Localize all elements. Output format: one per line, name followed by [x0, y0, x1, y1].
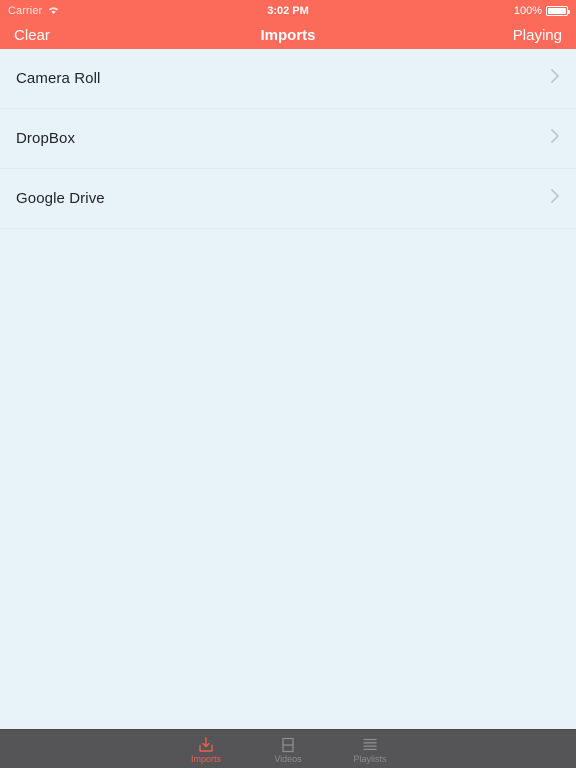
tab-bar-spacer-left — [0, 730, 165, 768]
battery-full-icon — [546, 6, 570, 16]
clear-button[interactable]: Clear — [14, 28, 50, 43]
tab-imports[interactable]: Imports — [165, 730, 247, 768]
imports-list: Camera Roll DropBox Google Drive — [0, 49, 576, 729]
status-bar-right: 100% — [513, 5, 570, 17]
tab-bar-spacer-right — [411, 730, 576, 768]
status-bar: Carrier 3:02 PM 100% — [0, 0, 576, 22]
battery-percent-label: 100% — [513, 5, 542, 17]
chevron-right-icon — [550, 128, 560, 149]
list-item[interactable]: Google Drive — [0, 169, 576, 229]
page-title: Imports — [260, 27, 316, 44]
wifi-icon — [47, 5, 60, 18]
status-bar-left: Carrier — [8, 5, 60, 18]
battery-fill — [548, 8, 566, 14]
tab-imports-label: Imports — [190, 753, 221, 764]
playing-button[interactable]: Playing — [513, 28, 562, 43]
tab-videos[interactable]: Videos — [247, 730, 329, 768]
list-item-label: DropBox — [16, 130, 76, 147]
list-item-label: Google Drive — [16, 190, 105, 207]
tab-bar: Imports Videos Playlists — [0, 729, 576, 768]
list-item-label: Camera Roll — [16, 70, 101, 87]
list-lines-icon — [361, 736, 379, 754]
chevron-right-icon — [550, 188, 560, 209]
status-bar-center: 3:02 PM — [0, 0, 576, 22]
video-frame-icon — [279, 736, 297, 754]
chevron-right-icon — [550, 68, 560, 89]
list-item[interactable]: Camera Roll — [0, 49, 576, 109]
list-item[interactable]: DropBox — [0, 109, 576, 169]
tab-videos-label: Videos — [274, 753, 302, 764]
tab-playlists-label: Playlists — [353, 753, 387, 764]
navigation-bar: Clear Imports Playing — [0, 22, 576, 49]
carrier-label: Carrier — [8, 5, 43, 17]
import-download-icon — [197, 736, 215, 754]
clock-label: 3:02 PM — [267, 5, 309, 17]
app-screen: Carrier 3:02 PM 100% Clear Imports Playi… — [0, 0, 576, 768]
tab-playlists[interactable]: Playlists — [329, 730, 411, 768]
